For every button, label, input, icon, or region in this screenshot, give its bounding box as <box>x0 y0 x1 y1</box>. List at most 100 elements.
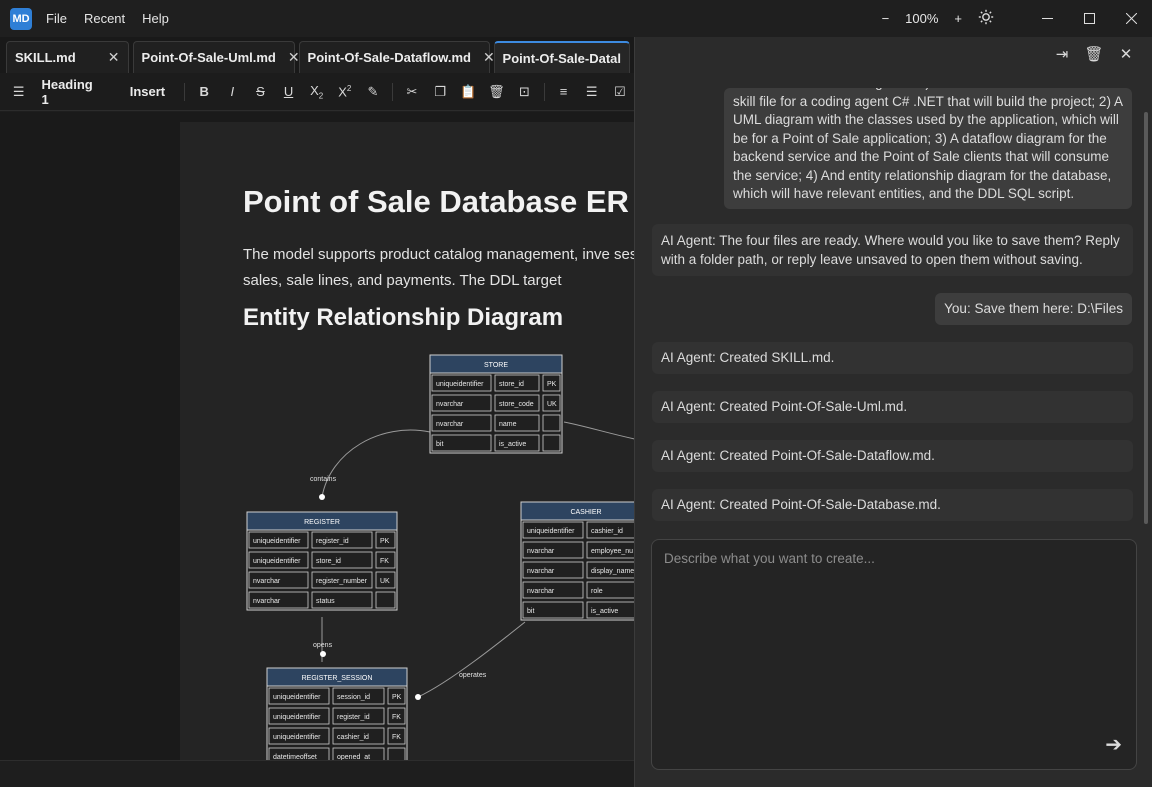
close-window-button[interactable] <box>1110 0 1152 37</box>
erd-cell: UK <box>547 401 557 408</box>
toolbar-divider <box>184 82 186 101</box>
chat-message-user: You: Save them here: D:\Files <box>935 293 1132 325</box>
erd-table-name: REGISTER <box>304 519 340 526</box>
checklist-icon[interactable]: ☑ <box>606 84 634 100</box>
tab-database[interactable]: Point-Of-Sale-Datal <box>493 41 630 73</box>
menu-recent[interactable]: Recent <box>84 11 125 26</box>
erd-cell: is_active <box>591 608 618 615</box>
close-tab-icon[interactable]: ✕ <box>108 49 120 66</box>
underline-icon[interactable]: U <box>274 84 302 99</box>
message-text: AI Agent: Created Point-Of-Sale-Dataflow… <box>661 448 935 463</box>
title-bar: MD File Recent Help − 100% + <box>0 0 1152 37</box>
message-text: AI Agent: Created SKILL.md. <box>661 350 835 365</box>
erd-cell: nvarchar <box>527 568 555 575</box>
prompt-input-container: ➔ <box>651 539 1137 770</box>
label-operates: operates <box>459 672 487 679</box>
paste-icon[interactable]: 📋 <box>454 84 482 100</box>
erd-table-name: STORE <box>484 362 508 369</box>
erd-cell: display_name <box>591 568 634 575</box>
ai-chat-panel: ⇥ 🗑 ✕ You: Create the following files: 1… <box>634 37 1152 787</box>
menu-bar: File Recent Help <box>46 11 186 26</box>
message-text: You: Create the following files: 1) A SK… <box>733 88 1123 201</box>
numbered-list-icon[interactable]: ≡ <box>550 84 578 99</box>
message-text: AI Agent: The four files are ready. Wher… <box>661 233 1120 267</box>
hamburger-menu-icon[interactable]: ☰ <box>10 84 27 100</box>
erd-cell: nvarchar <box>253 578 281 585</box>
erd-cell: uniqueidentifier <box>436 381 484 388</box>
chat-message-agent: AI Agent: Created Point-Of-Sale-Uml.md. <box>652 391 1133 423</box>
cut-icon[interactable]: ✂ <box>398 84 426 100</box>
erd-cell: FK <box>392 714 401 721</box>
close-panel-icon[interactable]: ✕ <box>1110 45 1142 63</box>
erd-cell: nvarchar <box>527 548 555 555</box>
menu-help[interactable]: Help <box>142 11 169 26</box>
copy-icon[interactable]: ❐ <box>426 84 454 100</box>
erd-cell: uniqueidentifier <box>273 694 321 701</box>
message-text: AI Agent: Created Point-Of-Sale-Database… <box>661 497 941 512</box>
prompt-input[interactable] <box>652 540 1136 769</box>
maximize-button[interactable] <box>1068 0 1110 37</box>
erd-cell: nvarchar <box>527 588 555 595</box>
relation-operates <box>417 621 526 698</box>
document-page[interactable]: contains opens operates STORE uniqueident… <box>180 122 634 760</box>
trash-icon[interactable]: 🗑 <box>1078 45 1110 63</box>
erd-table-name: REGISTER_SESSION <box>302 675 373 682</box>
erd-cell: uniqueidentifier <box>253 538 301 545</box>
toolbar-divider <box>391 82 393 101</box>
label-contains: contains <box>310 476 337 483</box>
tab-label: Point-Of-Sale-Uml.md <box>141 50 276 65</box>
editor-area[interactable]: contains opens operates STORE uniqueident… <box>0 112 634 760</box>
tab-uml[interactable]: Point-Of-Sale-Uml.md ✕ <box>132 41 300 73</box>
highlighter-icon[interactable]: ✎ <box>359 84 387 100</box>
zoom-in-button[interactable]: + <box>954 11 962 26</box>
erd-cell: UK <box>380 578 390 585</box>
erd-cell: FK <box>380 558 389 565</box>
document-subtitle: Entity Relationship Diagram <box>243 304 564 331</box>
select-all-icon[interactable]: ⊡ <box>510 84 538 100</box>
italic-icon[interactable]: I <box>218 84 246 99</box>
subscript-icon[interactable]: X2 <box>303 83 331 101</box>
close-tab-icon[interactable]: ✕ <box>483 49 495 66</box>
erd-cell: register_id <box>316 538 349 545</box>
send-icon[interactable]: ➔ <box>1105 732 1122 757</box>
relation-endpoint <box>320 651 326 657</box>
erd-table-name: CASHIER <box>570 509 601 516</box>
theme-toggle-icon[interactable] <box>978 9 994 28</box>
bullet-list-icon[interactable]: ☰ <box>578 84 606 100</box>
tab-dataflow[interactable]: Point-Of-Sale-Dataflow.md ✕ <box>298 41 495 73</box>
bold-icon[interactable]: B <box>190 84 218 99</box>
menu-file[interactable]: File <box>46 11 67 26</box>
erd-cell: store_id <box>316 558 341 565</box>
tab-label: SKILL.md <box>15 50 76 65</box>
document-paragraph: The model supports product catalog manag… <box>243 246 634 289</box>
erd-cell: uniqueidentifier <box>527 528 575 535</box>
close-tab-icon[interactable]: ✕ <box>288 49 300 66</box>
document-title: Point of Sale Database ER <box>243 184 629 219</box>
erd-cell: store_id <box>499 381 524 388</box>
erd-cell: bit <box>527 608 534 615</box>
erd-cell: PK <box>380 538 390 545</box>
erd-cell: register_id <box>337 714 370 721</box>
erd-table-register-session: REGISTER_SESSION uniqueidentifier session_… <box>266 667 408 760</box>
erd-table-store: STORE uniqueidentifier store_id PK nvarchar s… <box>429 354 563 454</box>
export-icon[interactable]: ⇥ <box>1046 45 1078 63</box>
toolbar-divider <box>543 82 545 101</box>
relation-endpoint <box>415 694 421 700</box>
strikethrough-icon[interactable]: S <box>246 84 274 99</box>
heading-dropdown[interactable]: Heading 1 <box>41 77 101 107</box>
erd-cell: PK <box>547 381 557 388</box>
erd-cell: bit <box>436 441 443 448</box>
superscript-icon[interactable]: X2 <box>331 84 359 99</box>
minimize-button[interactable] <box>1026 0 1068 37</box>
erd-cell: uniqueidentifier <box>273 714 321 721</box>
delete-icon[interactable]: 🗑 <box>482 84 510 100</box>
chat-message-agent: AI Agent: Created SKILL.md. <box>652 342 1133 374</box>
erd-cell: cashier_id <box>337 734 369 741</box>
chat-message-user: You: Create the following files: 1) A SK… <box>724 88 1132 209</box>
tab-skill[interactable]: SKILL.md ✕ <box>6 41 129 73</box>
chat-scrollbar[interactable] <box>1144 112 1148 524</box>
insert-menu[interactable]: Insert <box>130 84 165 99</box>
zoom-out-button[interactable]: − <box>882 11 890 26</box>
erd-cell: employee_nu <box>591 548 633 555</box>
erd-cell: FK <box>392 734 401 741</box>
